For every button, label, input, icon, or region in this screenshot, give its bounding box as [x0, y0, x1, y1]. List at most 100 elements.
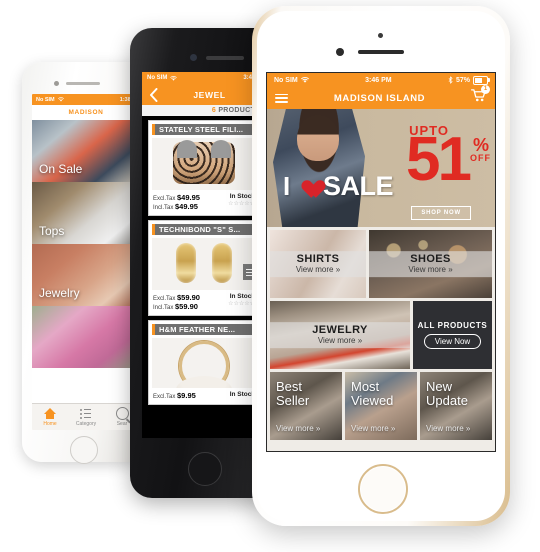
main-carrier-label: No SIM	[274, 76, 298, 84]
tile-shoes[interactable]: SHOES View more »	[369, 230, 492, 298]
phone-left-screen: No SIM 1:38 P MADISON On Sale Tops Jewel…	[32, 94, 140, 430]
tile-jewelry[interactable]: JEWELRY View more »	[270, 301, 410, 369]
tab-category-label: Category	[75, 420, 97, 427]
left-status-carrier-group: No SIM	[36, 97, 64, 103]
excl-tax-row: Excl.Tax $9.95	[153, 391, 196, 400]
battery-icon	[473, 75, 488, 85]
left-category-bags[interactable]	[32, 306, 140, 368]
middle-navbar: JEWEL	[142, 84, 266, 105]
product-name: H&M FEATHER NE...	[159, 325, 236, 334]
main-battery-percent: 57%	[455, 76, 470, 84]
tile-title: SHIRTS	[296, 253, 340, 266]
view-now-button[interactable]: View Now	[423, 334, 482, 349]
tile-subtitle: View more »	[295, 265, 341, 275]
accent-bar	[152, 224, 155, 235]
main-status-carrier-group: No SIM	[274, 77, 309, 84]
product-meta: Excl.Tax $9.95 In Stock	[149, 388, 259, 404]
tile-best-seller[interactable]: Best Seller View more »	[270, 372, 342, 440]
necklace-art	[176, 341, 232, 388]
promo-subtitle: View more »	[351, 424, 396, 433]
product-price-block: Excl.Tax $59.90 Incl.Tax $59.90	[153, 293, 200, 311]
tab-home[interactable]: Home	[32, 408, 68, 427]
stock-status: In Stock	[229, 193, 255, 200]
wifi-icon	[300, 77, 309, 83]
product-meta: Excl.Tax $49.95 Incl.Tax $49.95 In Stock…	[149, 190, 259, 215]
cart-badge: 1	[481, 85, 490, 94]
main-home-button[interactable]	[358, 464, 408, 514]
excl-tax-label: Excl.Tax	[153, 394, 176, 400]
main-status-bar: No SIM 3:46 PM 57%	[267, 73, 495, 87]
main-navbar: MADISON ISLAND 1	[267, 85, 495, 109]
chevron-left-icon[interactable]	[149, 87, 158, 102]
left-tab-bar: Home Category Sear	[32, 403, 140, 430]
shop-now-button[interactable]: SHOP NOW	[411, 206, 471, 220]
tile-new-update[interactable]: New Update View more »	[420, 372, 492, 440]
hero-banner[interactable]: I SALE UPTO 51 % OFF SHOP NOW	[267, 109, 495, 227]
tile-all-products[interactable]: ALL PRODUCTS View Now	[413, 301, 492, 369]
product-card[interactable]: TECHNIBOND "S" S... Excl.Tax $59.90 Incl…	[148, 220, 260, 316]
all-products-title: ALL PRODUCTS	[417, 321, 488, 330]
bluetooth-icon	[448, 76, 453, 84]
product-card[interactable]: STATELY STEEL FILI... Excl.Tax $49.95 In…	[148, 120, 260, 216]
all-products-block: ALL PRODUCTS View Now	[413, 321, 492, 349]
main-nav-title: MADISON ISLAND	[333, 92, 426, 104]
promo-subtitle: View more »	[276, 424, 321, 433]
product-title-bar: H&M FEATHER NE...	[152, 324, 256, 335]
left-category-tops[interactable]: Tops	[32, 182, 140, 244]
product-count-number: 6	[211, 107, 217, 114]
phone-main: No SIM 3:46 PM 57% MADISON ISLAND 1 I SA…	[252, 6, 510, 526]
promo-tiles-row: Best Seller View more » Most Viewed View…	[267, 369, 495, 443]
tile-most-viewed[interactable]: Most Viewed View more »	[345, 372, 417, 440]
left-category-label: On Sale	[39, 162, 83, 176]
tab-home-label: Home	[43, 420, 57, 427]
middle-home-button[interactable]	[188, 452, 222, 486]
product-meta: Excl.Tax $59.90 Incl.Tax $59.90 In Stock…	[149, 290, 259, 315]
product-price-block: Excl.Tax $49.95 Incl.Tax $49.95	[153, 193, 200, 211]
incl-tax-label: Incl.Tax	[153, 205, 174, 211]
middle-carrier-label: No SIM	[147, 75, 168, 81]
tile-shirts[interactable]: SHIRTS View more »	[270, 230, 366, 298]
rating-stars[interactable]: ☆☆☆☆☆	[228, 300, 255, 307]
category-tiles-row-1: SHIRTS View more » SHOES View more »	[267, 227, 495, 298]
tab-category[interactable]: Category	[68, 408, 104, 427]
stock-status: In Stock	[229, 293, 255, 300]
front-camera-icon	[54, 81, 59, 86]
incl-tax-row: Incl.Tax $49.95	[153, 202, 200, 211]
left-category-jewelry[interactable]: Jewelry	[32, 244, 140, 306]
earpiece-speaker	[66, 82, 100, 85]
hero-off-label: OFF	[470, 153, 491, 163]
accent-bar	[152, 124, 155, 135]
tile-caption: SHOES View more »	[369, 251, 492, 277]
accent-bar	[152, 324, 155, 335]
tile-caption: SHIRTS View more »	[270, 251, 366, 277]
left-header-title: MADISON	[32, 105, 140, 120]
hero-discount-number: 51	[406, 125, 472, 194]
phone-main-screen: No SIM 3:46 PM 57% MADISON ISLAND 1 I SA…	[266, 72, 496, 452]
left-category-on-sale[interactable]: On Sale	[32, 120, 140, 182]
incl-tax-value: $49.95	[175, 202, 198, 211]
hamburger-menu-icon[interactable]	[275, 93, 288, 103]
rating-stars[interactable]: ☆☆☆☆☆	[228, 200, 255, 207]
product-name: TECHNIBOND "S" S...	[159, 225, 241, 234]
product-image	[152, 138, 256, 190]
excl-tax-row: Excl.Tax $59.90	[153, 293, 200, 302]
tile-subtitle: View more »	[408, 265, 453, 275]
hero-sale-text: SALE	[323, 171, 394, 201]
product-count: 6 PRODUCTS	[142, 105, 266, 116]
tile-title: SHOES	[410, 253, 451, 266]
cart-button[interactable]: 1	[470, 85, 490, 107]
middle-status-carrier-group: No SIM	[147, 75, 178, 81]
left-home-button[interactable]	[70, 436, 98, 464]
wifi-icon	[170, 75, 178, 81]
tile-title: JEWELRY	[312, 324, 368, 337]
tile-subtitle: View more »	[317, 336, 363, 346]
wifi-icon	[57, 97, 64, 102]
product-image	[152, 238, 256, 290]
incl-tax-label: Incl.Tax	[153, 305, 174, 311]
bracelet-art	[173, 140, 235, 184]
front-camera-icon	[190, 54, 197, 61]
category-tiles-row-2: JEWELRY View more » ALL PRODUCTS View No…	[267, 298, 495, 369]
product-card[interactable]: H&M FEATHER NE... Excl.Tax $9.95 In Stoc…	[148, 320, 260, 405]
earpiece-speaker	[358, 50, 404, 54]
incl-tax-row: Incl.Tax $59.90	[153, 302, 200, 311]
